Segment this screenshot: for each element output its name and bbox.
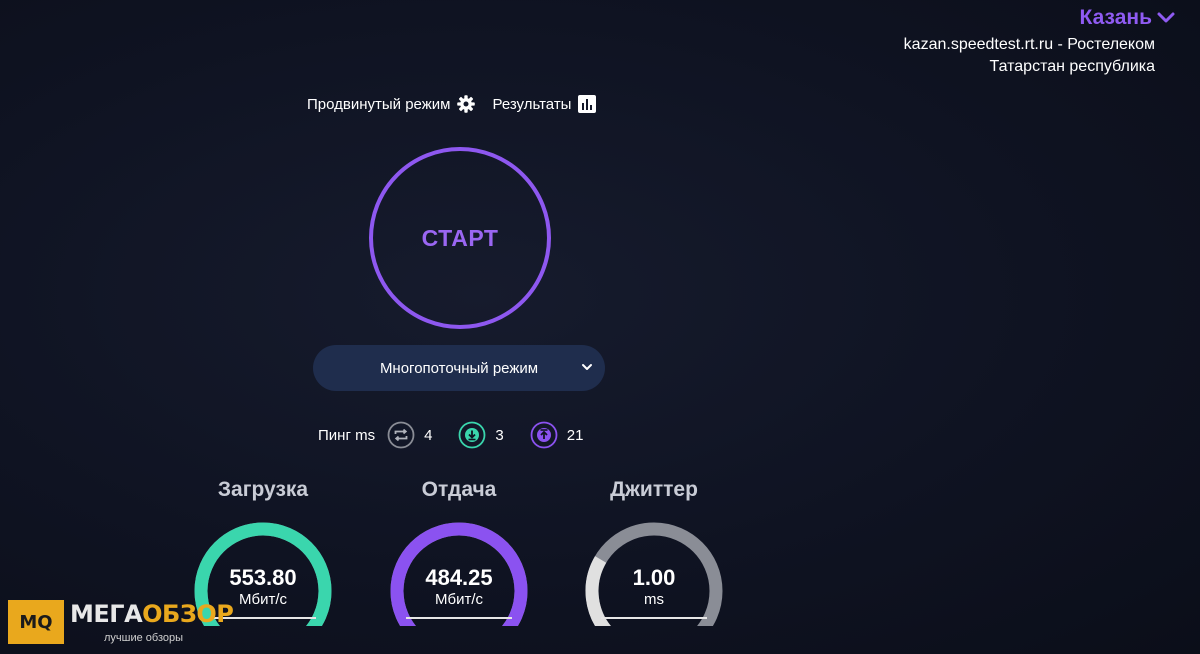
jitter-gauge-unit: ms <box>644 591 664 608</box>
chevron-down-icon <box>582 364 592 370</box>
upload-gauge: Отдача 484.25 Мбит/с <box>384 478 534 628</box>
city-name: Казань <box>1079 6 1152 29</box>
server-name: kazan.speedtest.rt.ru - Ростелеком <box>903 36 1155 53</box>
top-links: Продвинутый режим Результаты <box>307 94 597 114</box>
download-gauge-value: 553.80 <box>229 565 297 590</box>
upload-gauge-value: 484.25 <box>425 565 493 590</box>
ping-idle-value: 4 <box>424 426 433 444</box>
watermark-name: МЕГАОБЗОР <box>70 600 234 628</box>
chevron-down-icon <box>1157 12 1175 23</box>
ping-download-value: 3 <box>495 426 504 444</box>
download-gauge-title: Загрузка <box>217 478 309 501</box>
jitter-gauge: Джиттер 1.00 ms <box>579 478 729 628</box>
ping-download: 3 <box>458 421 504 449</box>
ping-row: Пинг ms 4 3 21 <box>318 421 609 449</box>
ping-upload: 21 <box>530 421 584 449</box>
ping-upload-value: 21 <box>566 426 584 444</box>
upload-gauge-unit: Мбит/с <box>434 591 483 608</box>
results-label: Результаты <box>492 95 572 113</box>
gear-icon <box>457 95 476 113</box>
advanced-mode-label: Продвинутый режим <box>307 95 451 113</box>
ping-idle: 4 <box>387 421 432 449</box>
jitter-gauge-value: 1.00 <box>632 565 676 590</box>
upload-icon <box>530 421 558 449</box>
jitter-gauge-title: Джиттер <box>610 478 698 501</box>
start-button[interactable]: СТАРТ <box>369 147 551 329</box>
start-label: СТАРТ <box>421 224 499 251</box>
watermark-logo: MQ МЕГАОБЗОР лучшие обзоры <box>8 598 234 652</box>
results-link[interactable]: Результаты <box>492 94 597 114</box>
watermark-badge: MQ <box>8 600 64 644</box>
ping-label: Пинг ms <box>318 426 376 444</box>
mode-select-value: Многопоточный режим <box>379 359 539 377</box>
city-selector[interactable]: Казань <box>1080 6 1176 30</box>
upload-gauge-title: Отдача <box>421 478 497 501</box>
advanced-mode-link[interactable]: Продвинутый режим <box>307 94 476 114</box>
download-icon <box>459 421 486 449</box>
repeat-icon <box>387 421 415 449</box>
mode-select[interactable]: Многопоточный режим <box>313 345 605 391</box>
bar-chart-icon <box>578 95 597 113</box>
watermark-tagline: лучшие обзоры <box>104 632 184 644</box>
server-region: Татарстан республика <box>989 58 1155 75</box>
